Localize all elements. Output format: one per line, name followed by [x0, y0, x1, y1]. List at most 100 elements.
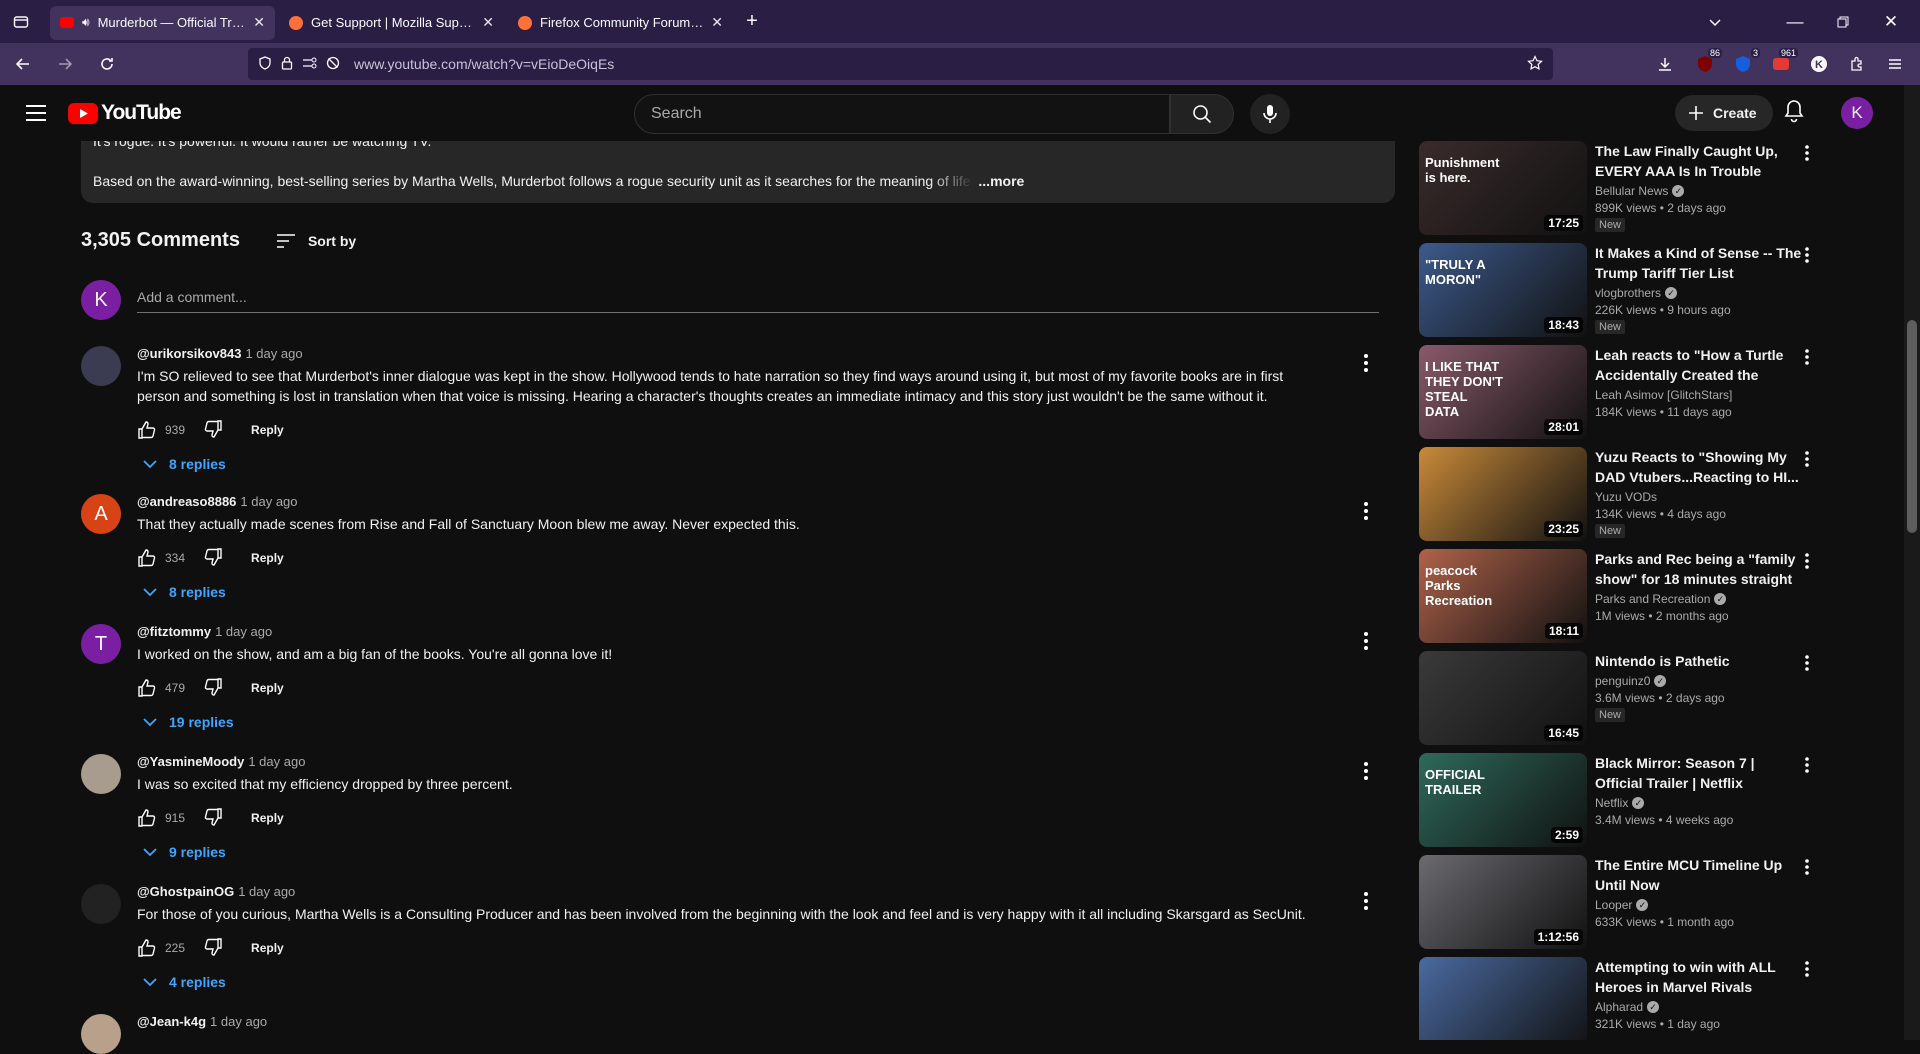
tab-list-icon[interactable]	[6, 7, 36, 37]
lock-icon[interactable]	[280, 56, 294, 73]
new-tab-button[interactable]: +	[737, 7, 767, 37]
permissions-icon[interactable]	[302, 56, 318, 73]
youtube-logo[interactable]: YouTube	[68, 101, 182, 125]
reply-button[interactable]: Reply	[251, 423, 284, 437]
url-text[interactable]: www.youtube.com/watch?v=vEioDeOiqEs	[354, 56, 1519, 72]
dislike-button[interactable]	[203, 547, 223, 570]
reply-button[interactable]: Reply	[251, 941, 284, 955]
video-menu-icon[interactable]	[1805, 349, 1809, 370]
comment-avatar[interactable]	[81, 1014, 121, 1054]
dislike-button[interactable]	[203, 677, 223, 700]
back-arrow-icon[interactable]	[8, 49, 38, 79]
comment-author[interactable]: @YasmineMoody	[137, 754, 244, 769]
video-menu-icon[interactable]	[1805, 451, 1809, 472]
video-thumbnail[interactable]: I LIKE THAT THEY DON'T STEAL DATA 28:01	[1419, 345, 1587, 439]
speaker-icon[interactable]: 🔊︎	[82, 15, 90, 30]
comment-author[interactable]: @fitztommy	[137, 624, 211, 639]
dislike-button[interactable]	[203, 419, 223, 442]
view-replies-button[interactable]: 8 replies	[143, 584, 1327, 600]
view-replies-button[interactable]: 19 replies	[143, 714, 1327, 730]
close-window-button[interactable]: ✕	[1876, 7, 1906, 37]
channel-name[interactable]: Parks and Recreation	[1595, 592, 1710, 606]
restore-button[interactable]	[1828, 7, 1858, 37]
video-title[interactable]: Nintendo is Pathetic	[1595, 651, 1805, 671]
video-title[interactable]: The Law Finally Caught Up, EVERY AAA Is …	[1595, 141, 1805, 181]
account-icon[interactable]: K	[1806, 51, 1832, 77]
url-bar[interactable]: www.youtube.com/watch?v=vEioDeOiqEs	[248, 48, 1553, 80]
sort-by-button[interactable]: Sort by	[276, 233, 356, 249]
comment-author[interactable]: @urikorsikov843	[137, 346, 241, 361]
view-replies-button[interactable]: 9 replies	[143, 844, 1327, 860]
close-tab-icon[interactable]: ✕	[253, 14, 265, 31]
voice-search-button[interactable]	[1250, 94, 1290, 134]
video-thumbnail[interactable]: 1:12:56	[1419, 855, 1587, 949]
tab-overflow-chevron-icon[interactable]	[1700, 7, 1730, 37]
reload-icon[interactable]	[92, 49, 122, 79]
reply-button[interactable]: Reply	[251, 551, 284, 565]
video-menu-icon[interactable]	[1805, 859, 1809, 880]
channel-name[interactable]: penguinz0	[1595, 674, 1650, 688]
browser-tab[interactable]: Get Support | Mozilla Support ✕	[279, 6, 504, 40]
video-title[interactable]: It Makes a Kind of Sense -- The Trump Ta…	[1595, 243, 1805, 283]
related-video-item[interactable]: OFFICIAL TRAILER 2:59 Black Mirror: Seaso…	[1419, 753, 1889, 847]
channel-name[interactable]: Alpharad	[1595, 1000, 1643, 1014]
channel-name[interactable]: Netflix	[1595, 796, 1628, 810]
search-button[interactable]	[1170, 94, 1234, 134]
comment-menu-icon[interactable]	[1364, 762, 1368, 785]
dislike-button[interactable]	[203, 937, 223, 960]
video-title[interactable]: Black Mirror: Season 7 | Official Traile…	[1595, 753, 1805, 793]
related-video-item[interactable]: 1:12:56 The Entire MCU Timeline Up Until…	[1419, 855, 1889, 949]
comment-avatar[interactable]	[81, 754, 121, 794]
bookmark-star-icon[interactable]	[1527, 54, 1543, 74]
comment-time[interactable]: 1 day ago	[210, 1014, 267, 1029]
view-replies-button[interactable]: 4 replies	[143, 974, 1327, 990]
video-title[interactable]: The Entire MCU Timeline Up Until Now	[1595, 855, 1805, 895]
video-thumbnail[interactable]: OFFICIAL TRAILER 2:59	[1419, 753, 1587, 847]
comment-time[interactable]: 1 day ago	[245, 346, 302, 361]
channel-name[interactable]: Yuzu VODs	[1595, 490, 1657, 504]
comment-time[interactable]: 1 day ago	[240, 494, 297, 509]
comment-avatar[interactable]: A	[81, 494, 121, 534]
channel-name[interactable]: vlogbrothers	[1595, 286, 1661, 300]
video-title[interactable]: Attempting to win with ALL Heroes in Mar…	[1595, 957, 1805, 997]
video-thumbnail[interactable]: Punishment is here. 17:25	[1419, 141, 1587, 235]
video-thumbnail[interactable]: 16:45	[1419, 651, 1587, 745]
downloads-icon[interactable]	[1652, 51, 1678, 77]
reply-button[interactable]: Reply	[251, 811, 284, 825]
like-button[interactable]: 939	[137, 420, 185, 440]
comment-time[interactable]: 1 day ago	[238, 884, 295, 899]
related-video-item[interactable]: 16:45 Nintendo is Pathetic penguinz0 ✓ 3.…	[1419, 651, 1889, 745]
like-button[interactable]: 479	[137, 678, 185, 698]
extensions-puzzle-icon[interactable]	[1844, 51, 1870, 77]
ublock-extension-icon[interactable]: 86	[1692, 48, 1722, 77]
video-title[interactable]: Yuzu Reacts to "Showing My DAD Vtubers..…	[1595, 447, 1805, 487]
bitwarden-extension-icon[interactable]: 3	[1730, 48, 1760, 77]
channel-name[interactable]: Leah Asimov [GlitchStars]	[1595, 388, 1732, 402]
video-thumbnail[interactable]: "TRULY A MORON" 18:43	[1419, 243, 1587, 337]
video-thumbnail[interactable]: peacock Parks Recreation 18:11	[1419, 549, 1587, 643]
related-video-item[interactable]: "TRULY A MORON" 18:43 It Makes a Kind of …	[1419, 243, 1889, 337]
video-thumbnail[interactable]	[1419, 957, 1587, 1040]
video-menu-icon[interactable]	[1805, 757, 1809, 778]
comment-menu-icon[interactable]	[1364, 502, 1368, 525]
guide-menu-icon[interactable]	[24, 101, 48, 125]
related-video-item[interactable]: peacock Parks Recreation 18:11 Parks and …	[1419, 549, 1889, 643]
video-title[interactable]: Parks and Rec being a "family show" for …	[1595, 549, 1805, 589]
video-menu-icon[interactable]	[1805, 961, 1809, 982]
related-video-item[interactable]: I LIKE THAT THEY DON'T STEAL DATA 28:01 L…	[1419, 345, 1889, 439]
comment-author[interactable]: @andreaso8886	[137, 494, 236, 509]
comment-author[interactable]: @GhostpainOG	[137, 884, 234, 899]
comment-menu-icon[interactable]	[1364, 354, 1368, 377]
channel-name[interactable]: Bellular News	[1595, 184, 1668, 198]
comment-menu-icon[interactable]	[1364, 892, 1368, 915]
comment-avatar[interactable]: T	[81, 624, 121, 664]
dislike-button[interactable]	[203, 807, 223, 830]
view-replies-button[interactable]: 8 replies	[143, 456, 1327, 472]
shield-icon[interactable]	[258, 55, 272, 73]
video-menu-icon[interactable]	[1805, 553, 1809, 574]
forward-arrow-icon[interactable]	[50, 49, 80, 79]
browser-tab[interactable]: Firefox Community Forum | Mozilla ✕	[508, 6, 733, 40]
autoplay-blocked-icon[interactable]	[326, 56, 340, 73]
scrollbar-thumb[interactable]	[1907, 320, 1917, 533]
add-comment-input[interactable]: Add a comment...	[137, 287, 1379, 313]
